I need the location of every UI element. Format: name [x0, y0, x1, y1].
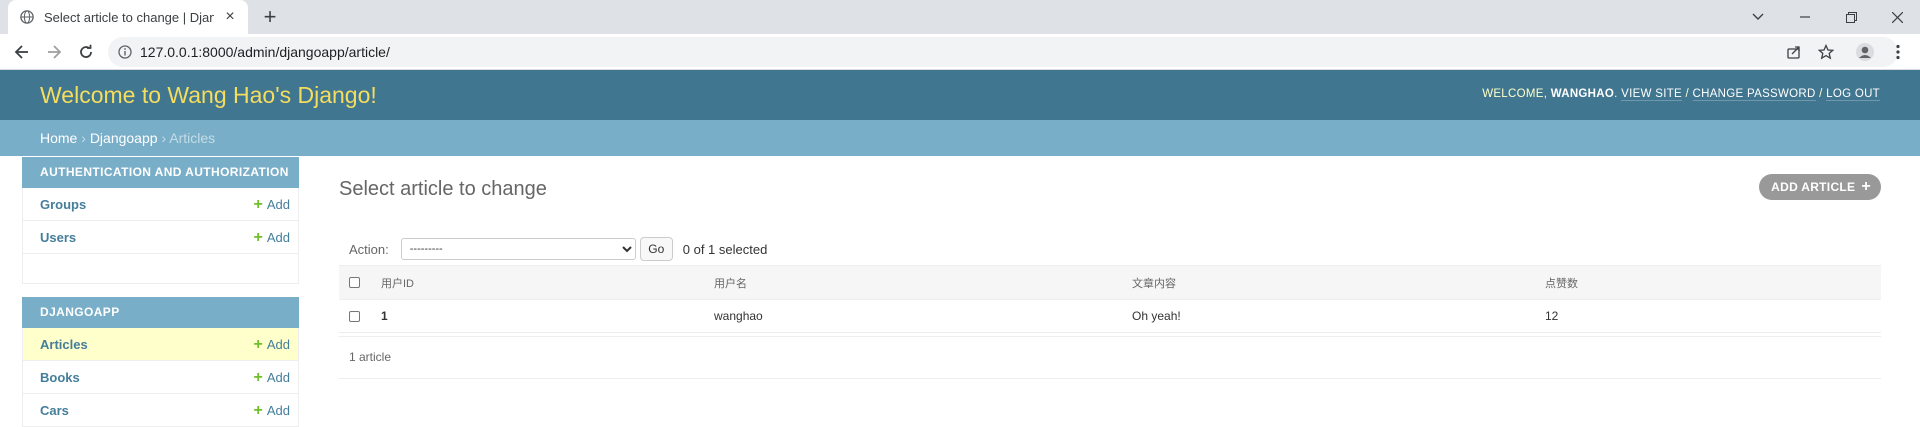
page-title: Select article to change — [339, 178, 547, 200]
view-site-link[interactable]: VIEW SITE — [1621, 88, 1682, 101]
menu-kebab-icon[interactable] — [1886, 40, 1910, 64]
cell-username: wanghao — [714, 299, 1132, 333]
module-spacer — [22, 254, 299, 284]
module-auth: AUTHENTICATION AND AUTHORIZATION Groups … — [22, 157, 299, 284]
plus-icon: + — [253, 195, 263, 213]
cell-id-link[interactable]: 1 — [381, 299, 714, 333]
share-icon[interactable] — [1782, 40, 1806, 64]
sidebar-item-users: Users + Add — [22, 221, 299, 254]
action-select[interactable]: --------- — [400, 238, 636, 260]
username: WANGHAO — [1550, 88, 1615, 100]
row-checkbox[interactable] — [349, 311, 360, 323]
url-text: 127.0.0.1:8000/admin/djangoapp/article/ — [140, 44, 390, 60]
module-caption-auth[interactable]: AUTHENTICATION AND AUTHORIZATION — [22, 157, 299, 188]
action-label: Action: — [349, 241, 389, 257]
new-tab-icon[interactable]: + — [258, 6, 282, 30]
breadcrumb-home[interactable]: Home — [40, 130, 77, 146]
plus-icon: + — [253, 368, 263, 386]
row-select-cell — [339, 299, 381, 333]
reload-icon[interactable] — [74, 40, 98, 64]
add-cars-link[interactable]: + Add — [254, 402, 290, 418]
restore-icon[interactable] — [1828, 0, 1874, 34]
plus-icon: + — [1861, 178, 1871, 195]
forward-icon[interactable] — [42, 40, 66, 64]
actions-bar: Action: --------- Go 0 of 1 selected — [339, 231, 767, 267]
go-button[interactable]: Go — [639, 237, 673, 261]
sidebar-link-books[interactable]: Books — [40, 370, 254, 385]
log-out-link[interactable]: LOG OUT — [1826, 88, 1880, 101]
tab-title: Select article to change | Django — [44, 9, 214, 25]
sidebar-item-articles: Articles + Add — [22, 328, 299, 361]
browser-tabstrip: Select article to change | Django × + — [0, 0, 1920, 34]
column-header-id[interactable]: 用户ID — [381, 265, 714, 300]
breadcrumb-app[interactable]: Djangoapp — [90, 130, 158, 146]
site-branding[interactable]: Welcome to Wang Hao's Django! — [40, 82, 377, 109]
selected-count: 0 of 1 selected — [682, 241, 768, 257]
add-books-link[interactable]: + Add — [253, 368, 290, 386]
table-header-row: 用户ID 用户名 文章内容 点赞数 — [339, 265, 1881, 300]
add-article-button[interactable]: ADD ARTICLE + — [1759, 174, 1881, 200]
module-djangoapp: DJANGOAPP Articles + Add Books + Add Cars … — [22, 297, 299, 427]
address-bar[interactable]: 127.0.0.1:8000/admin/djangoapp/article/ — [108, 37, 1898, 67]
sidebar-link-groups[interactable]: Groups — [40, 197, 254, 212]
profile-avatar-icon[interactable] — [1853, 40, 1877, 64]
paginator: 1 article — [339, 336, 1881, 379]
sidebar-item-books: Books + Add — [22, 361, 299, 394]
column-header-likes[interactable]: 点赞数 — [1545, 265, 1881, 300]
sidebar-link-articles[interactable]: Articles — [40, 337, 254, 352]
back-icon[interactable] — [10, 40, 34, 64]
add-groups-link[interactable]: + Add — [253, 195, 290, 213]
module-caption-djangoapp[interactable]: DJANGOAPP — [22, 297, 299, 328]
browser-tab[interactable]: Select article to change | Django × — [8, 0, 248, 34]
breadcrumb-current: Articles — [169, 130, 216, 146]
close-tab-icon[interactable]: × — [222, 9, 238, 25]
nav-sidebar: AUTHENTICATION AND AUTHORIZATION Groups … — [22, 157, 299, 427]
sidebar-link-users[interactable]: Users — [40, 230, 254, 245]
select-all-cell — [339, 265, 381, 300]
close-window-icon[interactable] — [1874, 0, 1920, 34]
globe-icon — [20, 10, 34, 24]
sidebar-item-groups: Groups + Add — [22, 188, 299, 221]
sidebar-link-cars[interactable]: Cars — [40, 403, 254, 418]
minimize-icon[interactable] — [1782, 0, 1828, 34]
column-header-content[interactable]: 文章内容 — [1132, 265, 1545, 300]
sidebar-item-cars: Cars + Add — [22, 394, 299, 427]
plus-icon: + — [253, 228, 263, 246]
plus-icon: + — [253, 335, 263, 353]
select-all-checkbox[interactable] — [349, 277, 360, 289]
column-header-username[interactable]: 用户名 — [714, 265, 1132, 300]
cell-content: Oh yeah! — [1132, 299, 1545, 333]
user-tools: WELCOME, WANGHAO. VIEW SITE / CHANGE PAS… — [1482, 88, 1880, 101]
welcome-text: WELCOME, — [1482, 88, 1548, 100]
tab-search-icon[interactable] — [1735, 0, 1781, 34]
breadcrumb: Home › Djangoapp › Articles — [0, 120, 1920, 156]
result-list: 用户ID 用户名 文章内容 点赞数 1 wanghao Oh yeah! 12 — [339, 265, 1881, 333]
browser-toolbar: 127.0.0.1:8000/admin/djangoapp/article/ — [0, 34, 1920, 70]
admin-header: Welcome to Wang Hao's Django! WELCOME, W… — [0, 70, 1920, 120]
cell-likes: 12 — [1545, 299, 1881, 333]
add-articles-link[interactable]: + Add — [253, 335, 290, 353]
change-password-link[interactable]: CHANGE PASSWORD — [1692, 88, 1816, 101]
table-row: 1 wanghao Oh yeah! 12 — [339, 299, 1881, 333]
bookmark-star-icon[interactable] — [1814, 40, 1838, 64]
add-users-link[interactable]: + Add — [253, 228, 290, 246]
info-icon[interactable] — [118, 45, 132, 59]
